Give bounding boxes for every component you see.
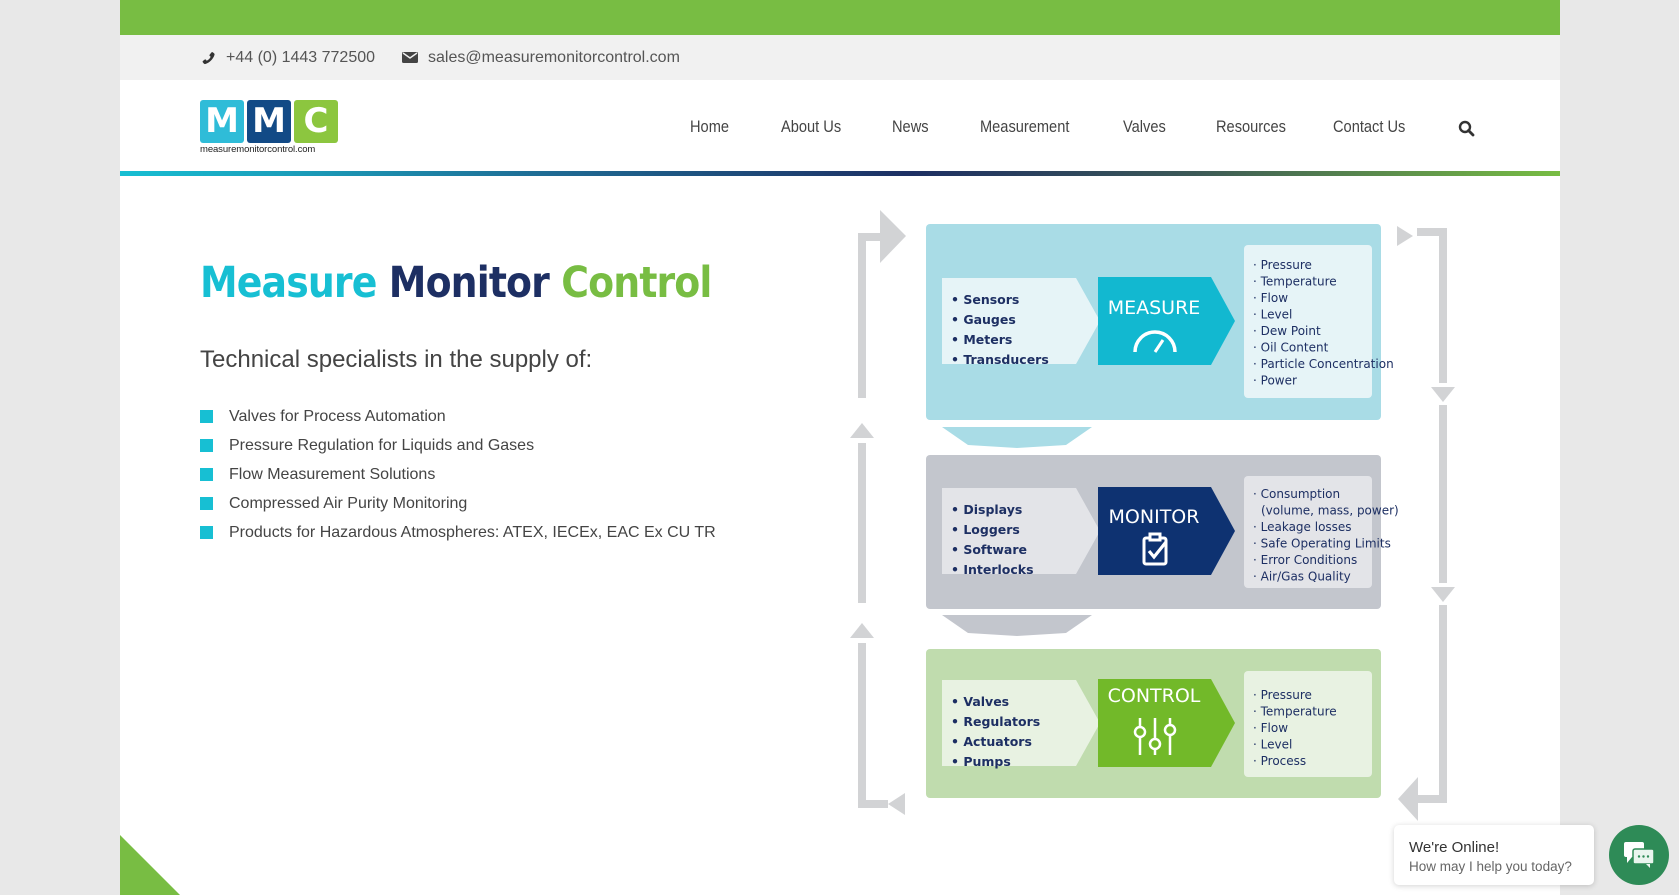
page: +44 (0) 1443 772500 sales@measuremonitor… [120,0,1560,895]
stage-title: MONITOR [1109,506,1200,528]
service-item: Pressure Regulation for Liquids and Gase… [200,431,716,460]
output-item: · Oil Content [1253,341,1329,355]
service-item: Compressed Air Purity Monitoring [200,489,716,518]
contact-bar: +44 (0) 1443 772500 sales@measuremonitor… [120,35,1560,80]
hero-title: Measure Monitor Control [200,258,712,308]
input-item: • Valves [951,694,1009,709]
logo[interactable]: M M C measuremonitorcontrol.com [200,100,342,156]
nav-news[interactable]: News [892,117,929,137]
output-item: · Level [1253,738,1292,752]
phone-icon [202,51,215,64]
bullet-square-icon [200,526,213,539]
nav-contact-us[interactable]: Contact Us [1333,117,1405,137]
logo-domain: measuremonitorcontrol.com [200,144,316,155]
input-item: • Loggers [951,522,1020,537]
input-item: • Gauges [951,312,1016,327]
output-item: · Temperature [1253,275,1337,289]
stage-monitor: MONITOR • Displays • Loggers • Software … [926,455,1399,636]
service-item: Valves for Process Automation [200,402,716,431]
logo-tile-c: C [294,100,338,143]
input-item: • Transducers [951,352,1049,367]
title-control: Control [561,258,712,308]
output-item: · Pressure [1253,688,1312,702]
phone-link[interactable]: +44 (0) 1443 772500 [200,35,375,80]
stage-control: CONTROL • Valves • Regulators • Actuator… [926,649,1381,798]
nav-about-us[interactable]: About Us [781,117,841,137]
output-item: · Power [1253,374,1297,388]
stage-measure: MEASURE • Sensors • Gauges • Meters • Tr… [926,224,1394,448]
service-label: Products for Hazardous Atmospheres: ATEX… [229,523,716,541]
site-header: M M C measuremonitorcontrol.com Home Abo… [120,80,1560,172]
chat-launcher-button[interactable] [1609,825,1669,885]
measure-monitor-control-diagram: MEASURE • Sensors • Gauges • Meters • Tr… [850,210,1455,821]
output-item: · Error Conditions [1253,553,1357,567]
input-item: • Software [951,542,1027,557]
input-item: • Sensors [951,292,1019,307]
service-label: Pressure Regulation for Liquids and Gase… [229,436,535,454]
output-item: · Consumption [1253,487,1340,501]
input-item: • Pumps [951,754,1011,769]
title-monitor: Monitor [388,258,550,308]
nav-valves[interactable]: Valves [1123,117,1166,137]
bullet-square-icon [200,468,213,481]
service-item: Flow Measurement Solutions [200,460,716,489]
output-item: (volume, mass, power) [1261,504,1399,518]
envelope-icon [402,52,418,63]
logo-tile-m2: M [247,100,291,143]
output-item: · Safe Operating Limits [1253,537,1391,551]
service-item: Products for Hazardous Atmospheres: ATEX… [200,518,716,547]
service-label: Valves for Process Automation [229,407,446,425]
output-item: · Leakage losses [1253,520,1352,534]
chat-greeting-bubble[interactable]: We're Online! How may I help you today? [1394,825,1594,885]
input-item: • Actuators [951,734,1032,749]
header-gradient-divider [120,171,1560,176]
output-item: · Air/Gas Quality [1253,570,1351,584]
hero-subtitle: Technical specialists in the supply of: [200,346,593,373]
nav-measurement[interactable]: Measurement [980,117,1069,137]
email-address: sales@measuremonitorcontrol.com [428,48,680,66]
output-item: · Pressure [1253,258,1312,272]
output-item: · Process [1253,754,1306,768]
chat-title: We're Online! [1409,839,1500,856]
output-item: · Dew Point [1253,324,1321,338]
stage-title: CONTROL [1108,685,1201,707]
search-button[interactable] [1458,120,1475,142]
nav-home[interactable]: Home [690,117,729,137]
sliders-icon [1133,718,1177,755]
services-list: Valves for Process Automation Pressure R… [200,402,716,547]
chat-bubbles-icon [1624,842,1655,868]
output-item: · Flow [1253,291,1288,305]
input-item: • Regulators [951,714,1040,729]
service-label: Compressed Air Purity Monitoring [229,494,468,512]
stage-title: MEASURE [1108,297,1201,319]
output-item: · Flow [1253,721,1288,735]
top-accent-bar [120,0,1560,35]
corner-accent [120,835,180,895]
bullet-square-icon [200,410,213,423]
input-item: • Interlocks [951,562,1034,577]
input-item: • Displays [951,502,1022,517]
email-link[interactable]: sales@measuremonitorcontrol.com [402,35,680,80]
chat-subtitle: How may I help you today? [1409,859,1572,874]
left-cycle-arrow [850,210,906,815]
bullet-square-icon [200,497,213,510]
nav-resources[interactable]: Resources [1216,117,1286,137]
logo-tile-m1: M [200,100,244,143]
output-item: · Particle Concentration [1253,357,1394,371]
bullet-square-icon [200,439,213,452]
output-item: · Temperature [1253,705,1337,719]
service-label: Flow Measurement Solutions [229,465,436,483]
output-item: · Level [1253,308,1292,322]
right-cycle-arrow [1397,226,1455,821]
title-measure: Measure [200,258,377,308]
phone-number: +44 (0) 1443 772500 [226,48,376,66]
search-icon [1458,120,1475,137]
input-item: • Meters [951,332,1012,347]
